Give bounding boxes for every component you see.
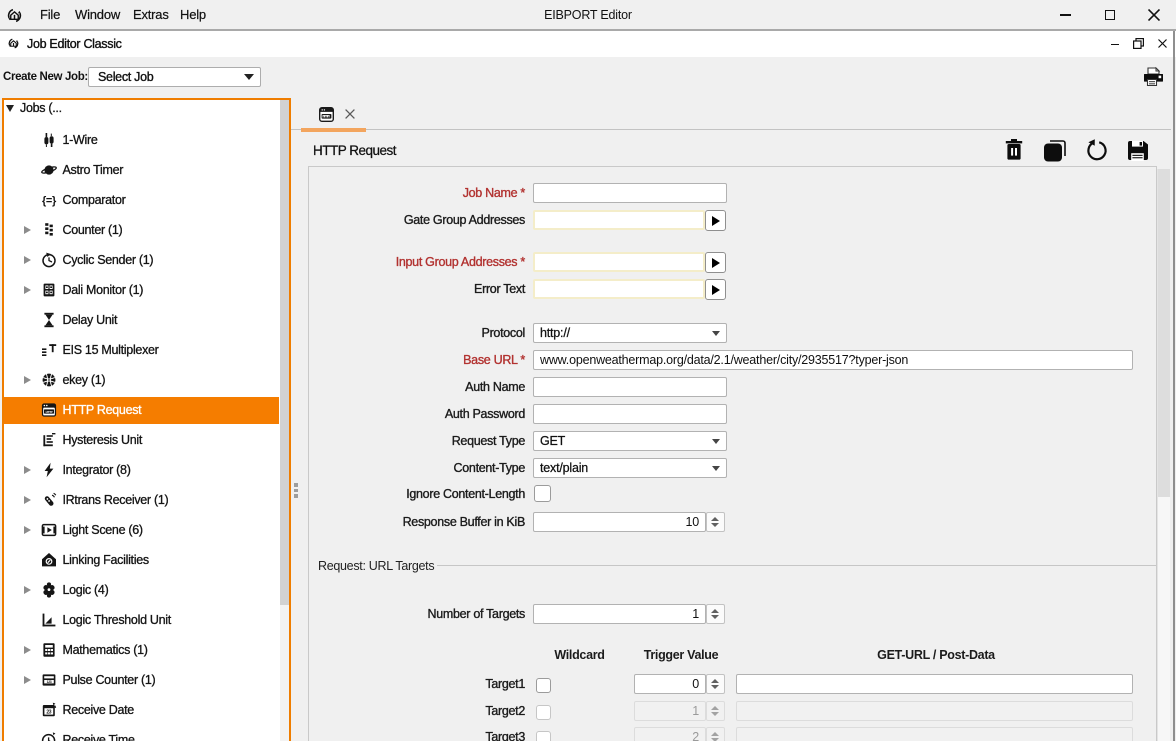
- svg-text:123: 123: [47, 680, 52, 684]
- svg-text:23: 23: [46, 710, 51, 716]
- svg-text:HTTP: HTTP: [46, 410, 53, 414]
- svg-text:{=}: {=}: [42, 195, 57, 207]
